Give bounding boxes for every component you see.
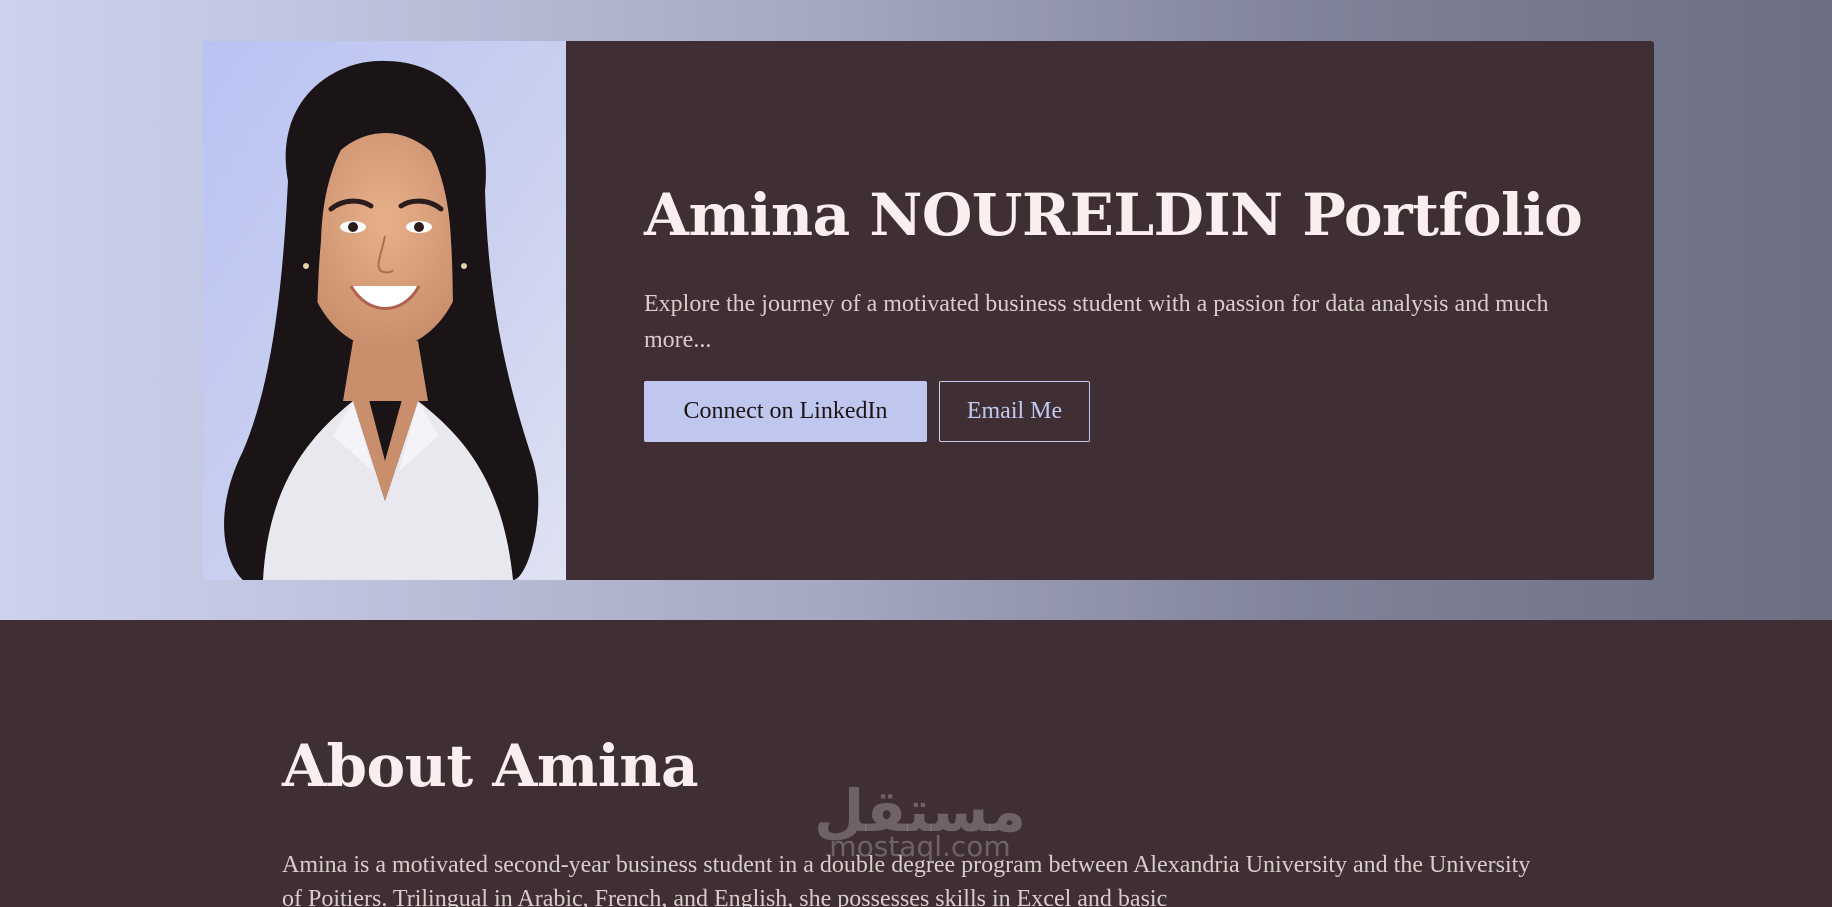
profile-photo bbox=[203, 41, 566, 580]
about-section: About Amina Amina is a motivated second-… bbox=[0, 620, 1832, 907]
about-title: About Amina bbox=[282, 732, 699, 800]
hero-section: Amina NOURELDIN Portfolio Explore the jo… bbox=[0, 0, 1832, 620]
connect-linkedin-button[interactable]: Connect on LinkedIn bbox=[644, 381, 927, 442]
about-text: Amina is a motivated second-year busines… bbox=[282, 852, 1531, 907]
page-title: Amina NOURELDIN Portfolio bbox=[644, 181, 1583, 249]
hero-card: Amina NOURELDIN Portfolio Explore the jo… bbox=[203, 41, 1654, 580]
hero-description: Explore the journey of a motivated busin… bbox=[644, 291, 1549, 353]
email-me-button[interactable]: Email Me bbox=[939, 381, 1090, 442]
